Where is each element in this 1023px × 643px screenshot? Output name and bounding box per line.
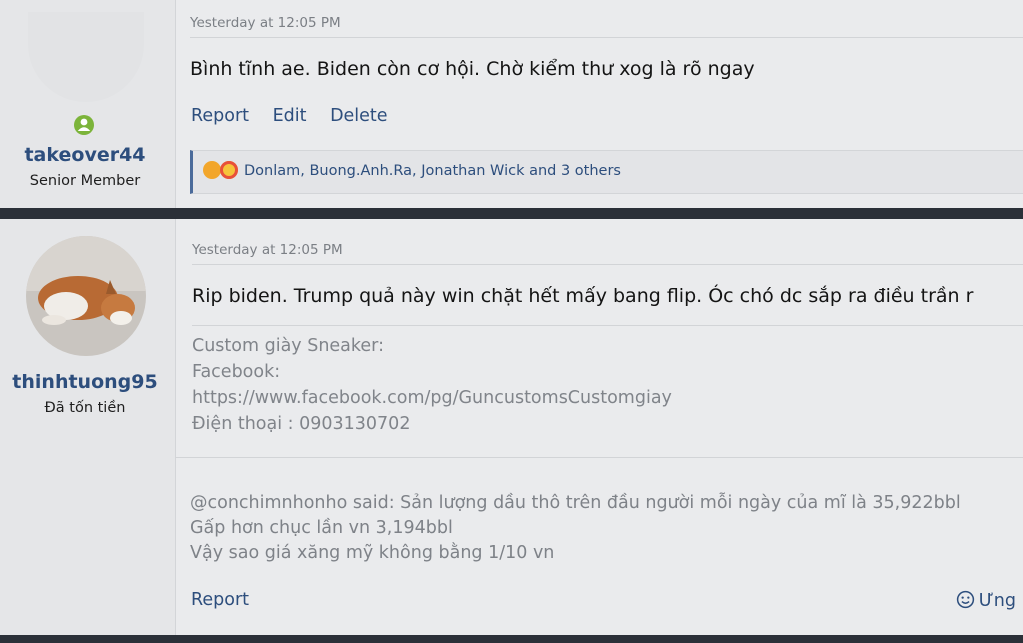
- username[interactable]: takeover44: [0, 144, 170, 166]
- quote-line: @conchimnhonho said: Sản lượng dầu thô t…: [190, 493, 961, 513]
- post-actions: Report: [191, 590, 267, 610]
- report-button[interactable]: Report: [191, 106, 249, 126]
- avatar[interactable]: [28, 12, 144, 102]
- love-reaction-icon: [220, 161, 238, 179]
- post-1-user-pane: takeover44 Senior Member: [0, 0, 176, 208]
- username[interactable]: thinhtuong95: [0, 371, 170, 393]
- post-1: takeover44 Senior Member Yesterday at 12…: [0, 0, 1023, 208]
- quote-line: Vậy sao giá xăng mỹ không bằng 1/10 vn: [190, 543, 555, 563]
- report-button[interactable]: Report: [191, 590, 249, 610]
- post-2-content: Yesterday at 12:05 PM Rip biden. Trump q…: [161, 219, 1023, 635]
- post-2-user-pane: thinhtuong95 Đã tốn tiền: [0, 219, 176, 635]
- signature-line: Điện thoại : 0903130702: [192, 414, 411, 434]
- post-actions: Report Edit Delete: [191, 106, 406, 126]
- signature-line: Custom giày Sneaker:: [192, 336, 384, 356]
- post-message: Rip biden. Trump quả này win chặt hết mấ…: [192, 285, 974, 307]
- divider: [190, 37, 1023, 38]
- laugh-reaction-icon: [203, 161, 221, 179]
- signature: Custom giày Sneaker: Facebook: https://w…: [192, 333, 1023, 441]
- divider: [192, 325, 1023, 326]
- react-button[interactable]: Ưng: [956, 590, 1016, 611]
- divider: [175, 457, 1023, 458]
- delete-button[interactable]: Delete: [330, 106, 388, 126]
- post-1-content: Yesterday at 12:05 PM Bình tĩnh ae. Bide…: [161, 0, 1023, 208]
- post-separator: [0, 635, 1023, 643]
- post-timestamp[interactable]: Yesterday at 12:05 PM: [190, 15, 341, 31]
- user-title: Đã tốn tiền: [44, 400, 126, 416]
- edit-button[interactable]: Edit: [273, 106, 307, 126]
- user-title: Senior Member: [29, 173, 141, 189]
- reactions-bar[interactable]: Donlam, Buong.Anh.Ra, Jonathan Wick and …: [190, 150, 1023, 194]
- smiley-icon: [956, 590, 974, 609]
- signature-link[interactable]: https://www.facebook.com/pg/GuncustomsCu…: [192, 385, 672, 411]
- reactions-list[interactable]: Donlam, Buong.Anh.Ra, Jonathan Wick and …: [244, 163, 621, 179]
- post-separator: [0, 208, 1023, 219]
- post-message: Bình tĩnh ae. Biden còn cơ hội. Chờ kiểm…: [190, 58, 755, 80]
- divider: [192, 264, 1023, 265]
- avatar[interactable]: [26, 236, 146, 356]
- post-2: thinhtuong95 Đã tốn tiền Yesterday at 12…: [0, 219, 1023, 635]
- quote-line: Gấp hơn chục lần vn 3,194bbl: [190, 518, 453, 538]
- react-label: Ưng: [978, 591, 1016, 611]
- post-timestamp[interactable]: Yesterday at 12:05 PM: [192, 242, 343, 258]
- online-status-icon: [74, 115, 94, 135]
- signature-line: Facebook:: [192, 362, 281, 382]
